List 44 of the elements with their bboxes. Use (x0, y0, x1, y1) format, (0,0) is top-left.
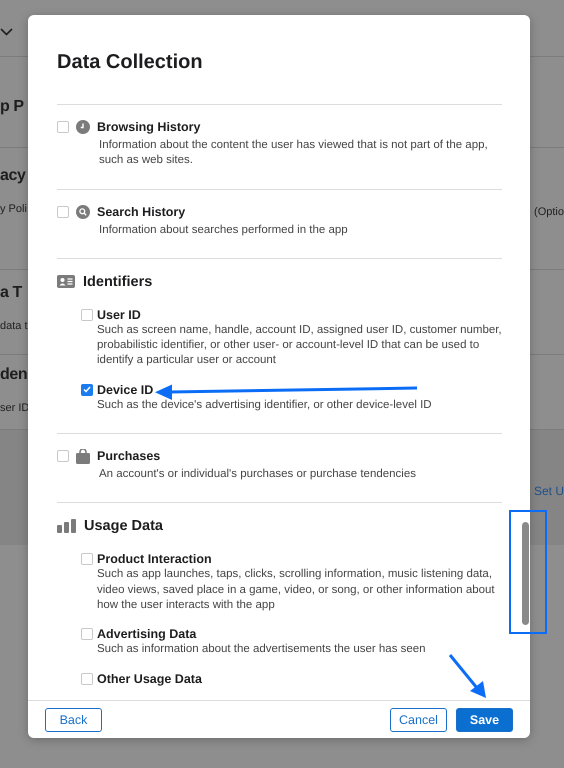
bag-icon (76, 448, 90, 464)
checkbox[interactable] (57, 450, 69, 462)
data-type-label: User ID (97, 306, 141, 323)
category-description: Information about the content the user has viewed that is not part of the app, such as web sites. (99, 138, 489, 168)
chevron-down-icon[interactable] (0, 28, 13, 36)
category-description: Information about searches performed in the app (99, 222, 349, 238)
checkbox[interactable] (81, 308, 93, 321)
section-heading: acy (0, 166, 26, 186)
category-label: Search History (97, 204, 186, 220)
section-heading: den (0, 365, 28, 385)
checkbox[interactable] (81, 384, 93, 396)
save-button[interactable]: Save (456, 708, 513, 732)
optional-label: (Optio (534, 206, 564, 218)
group-heading: Usage Data (84, 517, 163, 536)
category-label: Browsing History (97, 119, 200, 135)
data-type-label: Advertising Data (97, 626, 196, 642)
clock-icon (76, 120, 90, 134)
section-subtitle: data t (0, 319, 28, 333)
checkbox[interactable] (81, 672, 93, 685)
data-type-label: Other Usage Data (97, 670, 202, 687)
group-heading: Identifiers (83, 272, 152, 291)
dialog-title: Data Collection (56, 50, 204, 75)
section-heading: a T (0, 283, 22, 303)
scrollbar-thumb[interactable] (522, 522, 529, 625)
checkbox[interactable] (57, 121, 69, 133)
checkbox[interactable] (57, 206, 69, 218)
checkbox[interactable] (81, 553, 93, 566)
search-icon (76, 204, 90, 219)
section-subtitle: y Poli (0, 202, 27, 216)
back-button[interactable]: Back (45, 708, 102, 732)
checkbox[interactable] (81, 628, 93, 640)
data-type-description: Such as the device's advertising identifier, or other device-level ID (97, 398, 433, 413)
cancel-button[interactable]: Cancel (390, 708, 447, 732)
bar-chart-icon (57, 519, 76, 534)
id-card-icon (57, 275, 75, 288)
data-type-description: Such as app launches, taps, clicks, scrolling information, music listening data, video views, saved place in a game, video, or song, or other information about how the user interacts with the app (97, 567, 496, 613)
annotation-arrow (448, 654, 486, 698)
data-type-label: Device ID (97, 382, 154, 398)
data-type-description: Such as information about the advertisements the user has seen (97, 642, 427, 658)
data-type-description: Such as screen name, handle, account ID, assigned user ID, customer number, probabilistic identifier, or other user- or account-level ID that can be used to identify a particular user or account (97, 322, 502, 368)
category-label: Purchases (97, 448, 160, 464)
section-heading: p P (0, 97, 24, 117)
data-type-label: Product Interaction (97, 551, 212, 568)
category-description: An account's or individual's purchases or purchase tendencies (99, 467, 417, 482)
